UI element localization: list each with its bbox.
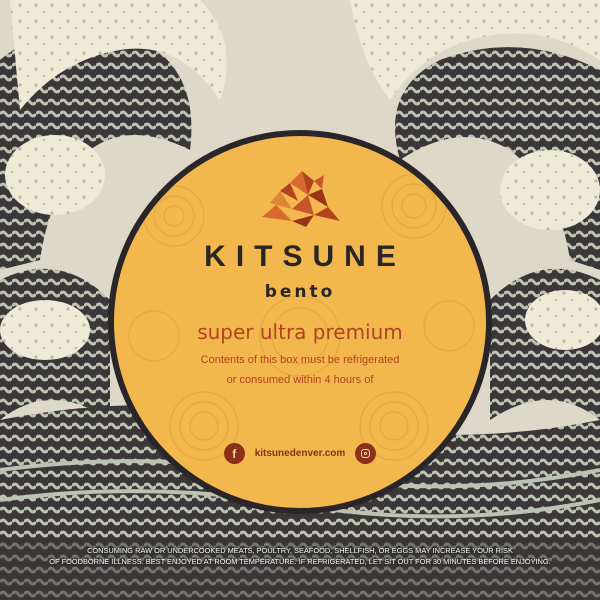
storage-notice-line2: or consumed within 4 hours of bbox=[226, 374, 374, 386]
health-disclaimer: CONSUMING RAW OR UNDERCOOKED MEATS, POUL… bbox=[0, 545, 600, 575]
tagline: super ultra premium bbox=[197, 320, 403, 344]
bento-label: KITSUNE bento super ultra premium Conten… bbox=[0, 0, 600, 600]
fox-logo bbox=[262, 171, 340, 227]
instagram-icon[interactable] bbox=[355, 443, 377, 464]
storage-notice-line1: Contents of this box must be refrigerate… bbox=[200, 354, 400, 366]
website-link[interactable]: kitsunedenver.com bbox=[255, 448, 346, 459]
social-row: f kitsunedenver.com bbox=[114, 443, 486, 464]
disclaimer-line1: CONSUMING RAW OR UNDERCOOKED MEATS, POUL… bbox=[87, 546, 513, 555]
brand-subtitle: bento bbox=[264, 282, 336, 302]
brand-name: KITSUNE bbox=[204, 240, 406, 273]
label-circle: KITSUNE bento super ultra premium Conten… bbox=[108, 130, 492, 514]
facebook-icon[interactable]: f bbox=[223, 443, 245, 464]
disclaimer-line2: OF FOODBORNE ILLNESS. BEST ENJOYED AT RO… bbox=[49, 557, 551, 566]
